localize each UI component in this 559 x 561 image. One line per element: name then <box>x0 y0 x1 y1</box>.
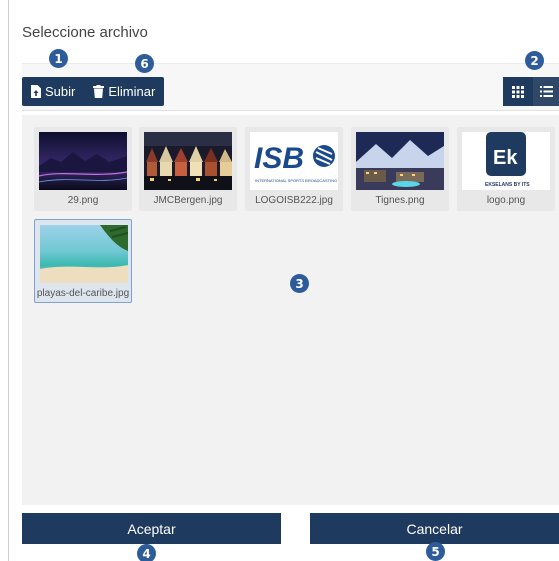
file-name: logo.png <box>486 195 526 206</box>
isb-logo-thumbnail: ISB INTERNATIONAL SPORTS BROADCASTING <box>250 132 338 190</box>
upload-button[interactable]: Subir <box>22 77 84 106</box>
file-tile[interactable]: Ek EKSELANS BY ITS logo.png <box>457 127 555 211</box>
ek-logo-subtitle: EKSELANS BY ITS <box>485 182 530 188</box>
isb-logo-text: ISB <box>254 142 304 175</box>
trash-icon <box>93 85 105 98</box>
ek-logo-thumbnail: Ek EKSELANS BY ITS <box>462 132 550 190</box>
toolbar: Subir Eliminar <box>22 63 559 111</box>
callout-badge-3: 3 <box>290 274 309 293</box>
callout-badge-4: 4 <box>137 544 156 561</box>
file-upload-icon <box>31 85 41 98</box>
delete-button[interactable]: Eliminar <box>84 77 164 106</box>
callout-badge-2: 2 <box>525 51 544 70</box>
dialog-title: Seleccione archivo <box>22 24 148 41</box>
left-border <box>8 0 9 561</box>
ek-logo-text: Ek <box>493 147 518 169</box>
file-actions-group: Subir Eliminar <box>22 77 165 106</box>
accept-button[interactable]: Aceptar <box>22 513 281 544</box>
file-name: Tignes.png <box>375 195 425 206</box>
grid-view-button[interactable] <box>503 77 533 106</box>
file-name: LOGOISB222.jpg <box>255 195 333 206</box>
caribbean-beach-thumbnail <box>40 225 128 283</box>
file-name: playas-del-caribe.jpg <box>36 288 130 299</box>
callout-badge-5: 5 <box>426 542 445 561</box>
mountain-night-thumbnail <box>39 132 127 190</box>
delete-label: Eliminar <box>108 84 156 99</box>
isb-logo-subtitle: INTERNATIONAL SPORTS BROADCASTING <box>255 178 337 183</box>
list-view-button[interactable] <box>533 77 559 106</box>
file-tile[interactable]: Tignes.png <box>351 127 449 211</box>
grid-icon <box>512 85 524 98</box>
file-browser-area[interactable]: 29.png JMCBergen.jpg ISB INTERNATIONAL S… <box>22 115 559 505</box>
upload-label: Subir <box>45 84 76 99</box>
tignes-resort-thumbnail <box>356 132 444 190</box>
file-name: JMCBergen.jpg <box>153 195 223 206</box>
view-toggle <box>503 77 559 106</box>
cancel-button[interactable]: Cancelar <box>310 513 559 544</box>
callout-badge-6: 6 <box>135 54 154 73</box>
list-icon <box>539 86 553 97</box>
file-tile-selected[interactable]: playas-del-caribe.jpg <box>34 219 132 303</box>
bergen-houses-thumbnail <box>144 132 232 190</box>
file-tile[interactable]: ISB INTERNATIONAL SPORTS BROADCASTING LO… <box>245 127 343 211</box>
file-name: 29.png <box>67 195 99 206</box>
file-tile[interactable]: 29.png <box>34 127 132 211</box>
file-tile[interactable]: JMCBergen.jpg <box>139 127 237 211</box>
callout-badge-1: 1 <box>49 49 68 68</box>
